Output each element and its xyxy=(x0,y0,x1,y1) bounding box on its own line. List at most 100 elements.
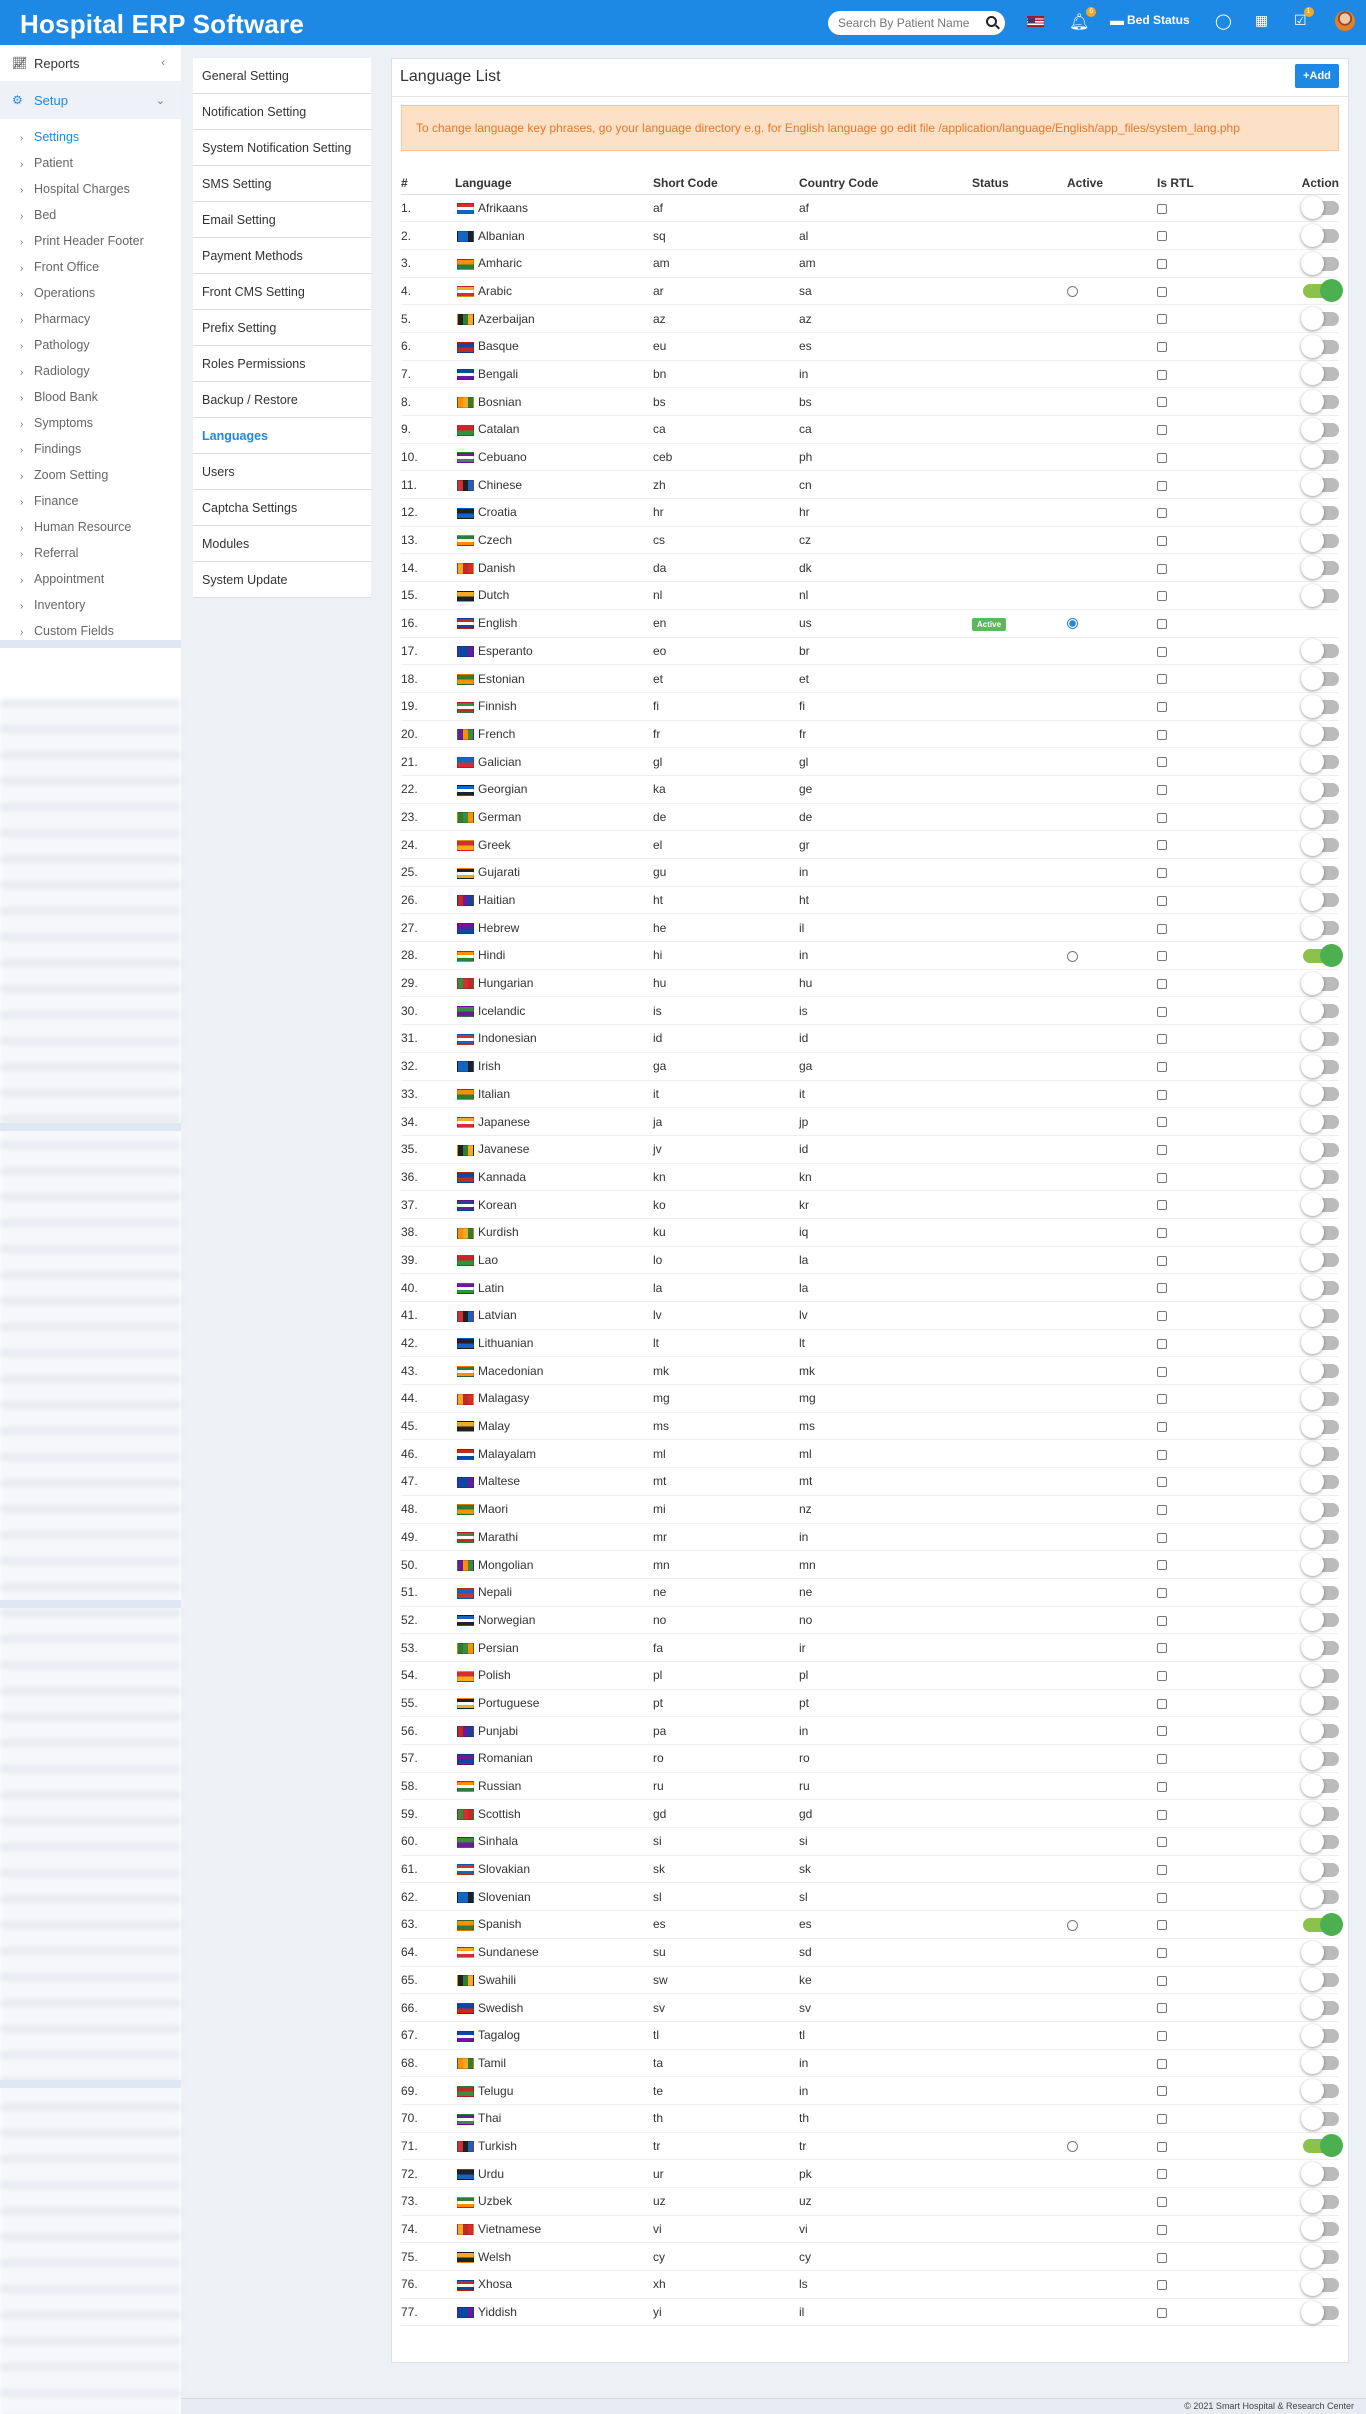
active-radio[interactable] xyxy=(1067,950,1078,962)
enable-language-toggle[interactable] xyxy=(1301,1774,1339,1798)
sidebar-subitem[interactable]: › Front Office xyxy=(20,260,99,274)
is-rtl-checkbox[interactable] xyxy=(1157,702,1167,713)
search-icon[interactable] xyxy=(986,16,997,27)
is-rtl-checkbox[interactable] xyxy=(1157,286,1167,297)
enable-language-toggle[interactable] xyxy=(1301,694,1339,718)
is-rtl-checkbox[interactable] xyxy=(1157,2086,1167,2097)
is-rtl-checkbox[interactable] xyxy=(1157,231,1167,242)
sidebar-subitem[interactable]: › Findings xyxy=(20,442,81,456)
is-rtl-checkbox[interactable] xyxy=(1157,1089,1167,1100)
sidebar-item-reports[interactable]: 📈︎ Reports ‹ xyxy=(0,45,181,81)
settings-menu-item[interactable]: Languages xyxy=(193,418,371,454)
is-rtl-checkbox[interactable] xyxy=(1157,369,1167,380)
is-rtl-checkbox[interactable] xyxy=(1157,508,1167,519)
is-rtl-checkbox[interactable] xyxy=(1157,895,1167,906)
enable-language-toggle[interactable] xyxy=(1301,1663,1339,1687)
enable-language-toggle[interactable] xyxy=(1301,473,1339,497)
settings-menu-item[interactable]: Users xyxy=(193,454,371,490)
sidebar-subitem[interactable]: › Hospital Charges xyxy=(20,182,130,196)
enable-language-toggle[interactable] xyxy=(1301,1580,1339,1604)
enable-language-toggle[interactable] xyxy=(1301,1026,1339,1050)
enable-language-toggle[interactable] xyxy=(1301,1746,1339,1770)
sidebar-subitem[interactable]: › Pharmacy xyxy=(20,312,90,326)
enable-language-toggle[interactable] xyxy=(1301,1193,1339,1216)
is-rtl-checkbox[interactable] xyxy=(1157,618,1167,629)
enable-language-toggle[interactable] xyxy=(1301,556,1339,580)
settings-menu-item[interactable]: Roles Permissions xyxy=(193,346,371,382)
settings-menu-item[interactable]: Payment Methods xyxy=(193,238,371,274)
is-rtl-checkbox[interactable] xyxy=(1157,1338,1167,1349)
is-rtl-checkbox[interactable] xyxy=(1157,674,1167,685)
enable-language-toggle[interactable] xyxy=(1301,1137,1339,1161)
is-rtl-checkbox[interactable] xyxy=(1157,840,1167,851)
is-rtl-checkbox[interactable] xyxy=(1157,1061,1167,1072)
is-rtl-checkbox[interactable] xyxy=(1157,1809,1167,1820)
is-rtl-checkbox[interactable] xyxy=(1157,729,1167,740)
is-rtl-checkbox[interactable] xyxy=(1157,563,1167,574)
sidebar-subitem[interactable]: › Pathology xyxy=(20,338,90,352)
is-rtl-checkbox[interactable] xyxy=(1157,785,1167,796)
sidebar-subitem[interactable]: › Custom Fields xyxy=(20,624,114,638)
is-rtl-checkbox[interactable] xyxy=(1157,2224,1167,2235)
enable-language-toggle[interactable] xyxy=(1301,722,1339,746)
enable-language-toggle[interactable] xyxy=(1301,1608,1339,1632)
active-radio[interactable] xyxy=(1067,2141,1078,2153)
is-rtl-checkbox[interactable] xyxy=(1157,1643,1167,1654)
enable-language-toggle[interactable] xyxy=(1301,1525,1339,1549)
is-rtl-checkbox[interactable] xyxy=(1157,1449,1167,1460)
enable-language-toggle[interactable] xyxy=(1301,750,1339,773)
is-rtl-checkbox[interactable] xyxy=(1157,923,1167,934)
enable-language-toggle[interactable] xyxy=(1301,1940,1339,1964)
enable-language-toggle[interactable] xyxy=(1301,833,1339,857)
is-rtl-checkbox[interactable] xyxy=(1157,480,1167,491)
is-rtl-checkbox[interactable] xyxy=(1157,1864,1167,1875)
is-rtl-checkbox[interactable] xyxy=(1157,1145,1167,1156)
enable-language-toggle[interactable] xyxy=(1301,1552,1339,1576)
enable-language-toggle[interactable] xyxy=(1301,417,1339,441)
sidebar-subitem[interactable]: › Bed xyxy=(20,208,56,222)
is-rtl-checkbox[interactable] xyxy=(1157,646,1167,657)
enable-language-toggle[interactable] xyxy=(1301,1995,1339,2019)
is-rtl-checkbox[interactable] xyxy=(1157,1228,1167,1239)
is-rtl-checkbox[interactable] xyxy=(1157,1200,1167,1211)
is-rtl-checkbox[interactable] xyxy=(1157,2307,1167,2318)
enable-language-toggle[interactable] xyxy=(1303,279,1343,303)
is-rtl-checkbox[interactable] xyxy=(1157,1117,1167,1128)
enable-language-toggle[interactable] xyxy=(1301,1082,1339,1106)
is-rtl-checkbox[interactable] xyxy=(1157,1504,1167,1515)
active-radio[interactable] xyxy=(1067,286,1078,298)
is-rtl-checkbox[interactable] xyxy=(1157,1421,1167,1432)
is-rtl-checkbox[interactable] xyxy=(1157,1034,1167,1045)
is-rtl-checkbox[interactable] xyxy=(1157,1726,1167,1737)
enable-language-toggle[interactable] xyxy=(1301,1109,1339,1133)
is-rtl-checkbox[interactable] xyxy=(1157,203,1167,214)
is-rtl-checkbox[interactable] xyxy=(1157,1754,1167,1765)
calendar-icon[interactable]: ▦ xyxy=(1255,12,1268,29)
task-checklist-icon[interactable]: ☑ 1 xyxy=(1294,7,1314,29)
enable-language-toggle[interactable] xyxy=(1301,2272,1339,2296)
enable-language-toggle[interactable] xyxy=(1301,1165,1339,1189)
settings-menu-item[interactable]: Notification Setting xyxy=(193,94,371,130)
enable-language-toggle[interactable] xyxy=(1301,2162,1339,2186)
enable-language-toggle[interactable] xyxy=(1301,1442,1339,1466)
settings-menu-item[interactable]: System Notification Setting xyxy=(193,130,371,166)
sidebar-subitem[interactable]: › Finance xyxy=(20,494,78,508)
is-rtl-checkbox[interactable] xyxy=(1157,1615,1167,1626)
whatsapp-icon[interactable]: ◯ xyxy=(1215,12,1232,30)
is-rtl-checkbox[interactable] xyxy=(1157,2252,1167,2263)
is-rtl-checkbox[interactable] xyxy=(1157,978,1167,989)
sidebar-subitem[interactable]: › Referral xyxy=(20,546,78,560)
is-rtl-checkbox[interactable] xyxy=(1157,1837,1167,1848)
is-rtl-checkbox[interactable] xyxy=(1157,2114,1167,2125)
notification-bell-icon[interactable]: 🔔︎ 6 xyxy=(1069,7,1097,32)
enable-language-toggle[interactable] xyxy=(1301,1386,1339,1410)
settings-menu-item[interactable]: Prefix Setting xyxy=(193,310,371,346)
is-rtl-checkbox[interactable] xyxy=(1157,1532,1167,1543)
enable-language-toggle[interactable] xyxy=(1301,1248,1339,1272)
enable-language-toggle[interactable] xyxy=(1301,1857,1339,1881)
enable-language-toggle[interactable] xyxy=(1301,1220,1339,1244)
is-rtl-checkbox[interactable] xyxy=(1157,1006,1167,1017)
is-rtl-checkbox[interactable] xyxy=(1157,1920,1167,1931)
enable-language-toggle[interactable] xyxy=(1301,999,1339,1023)
is-rtl-checkbox[interactable] xyxy=(1157,535,1167,546)
